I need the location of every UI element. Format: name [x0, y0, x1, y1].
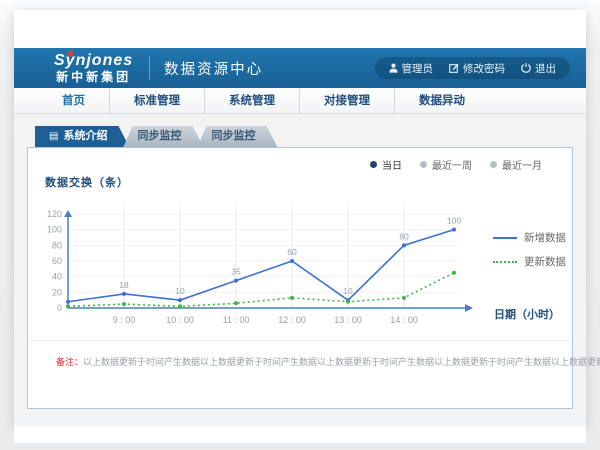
nav-item-standard-mgmt[interactable]: 标准管理: [110, 88, 205, 114]
main-nav: 首页 标准管理 系统管理 对接管理 数据异动: [14, 88, 586, 114]
footnote-prefix: 备注：: [56, 357, 83, 367]
chart-canvas: 0 20 40 60 80 100 120 9 : 00 10 : 00 11 : 00 12 : …: [38, 190, 490, 336]
user-menu-logout-label: 退出: [535, 61, 556, 76]
brand-logo[interactable]: Synjones 新中新集团: [54, 53, 133, 83]
chart-legend: 新增数据 更新数据: [493, 230, 566, 278]
chart-x-axis-title: 日期（小时）: [494, 306, 560, 322]
logo-text: Synjones: [54, 53, 133, 69]
user-menu: 管理员 修改密码 退出: [375, 57, 571, 79]
svg-text:10 : 00: 10 : 00: [166, 315, 194, 325]
range-filter-group: 当日 最近一周 最近一月: [370, 157, 542, 172]
tab-sync-monitor-2[interactable]: 同步监控: [197, 126, 277, 147]
nav-item-data-change[interactable]: 数据异动: [395, 88, 489, 114]
solid-line-icon: [493, 237, 517, 239]
svg-text:11 : 00: 11 : 00: [223, 315, 250, 325]
svg-text:10: 10: [343, 286, 353, 296]
note-divider: [28, 340, 572, 341]
svg-text:10: 10: [175, 286, 185, 296]
content-area: ▤系统介绍 同步监控 同步监控 当日 最近一周 最近一月 数据: [14, 114, 586, 426]
tab-system-intro-label: 系统介绍: [63, 130, 107, 142]
svg-text:18: 18: [119, 280, 129, 290]
svg-text:13 : 00: 13 : 00: [334, 315, 362, 325]
filter-today[interactable]: 当日: [370, 157, 402, 172]
svg-text:80: 80: [52, 240, 62, 250]
top-strip: [14, 10, 586, 48]
user-menu-change-password-label: 修改密码: [463, 61, 505, 76]
header-bar: Synjones 新中新集团 数据资源中心 管理员 修改密码: [14, 48, 586, 88]
svg-text:35: 35: [231, 267, 241, 277]
app-title: 数据资源中心: [164, 58, 263, 79]
filter-last-week-label: 最近一周: [432, 157, 472, 172]
user-menu-logout[interactable]: 退出: [521, 61, 556, 76]
svg-text:9 : 00: 9 : 00: [113, 315, 136, 325]
filter-last-month-label: 最近一月: [502, 157, 542, 172]
legend-item-update-data[interactable]: 更新数据: [493, 254, 566, 269]
radio-dot-selected-icon: [370, 161, 377, 168]
panel-icon: ▤: [49, 131, 58, 142]
svg-text:20: 20: [52, 287, 62, 297]
radio-dot-icon: [420, 161, 427, 168]
chart-y-axis-title: 数据交换（条）: [45, 174, 129, 190]
svg-text:60: 60: [287, 247, 297, 257]
window-bottom-strip: [14, 426, 586, 443]
dotted-line-icon: [493, 261, 517, 263]
footnote-body: 以上数据更新于时间产生数据以上数据更新于时间产生数据以上数据更新于时间产生数据以…: [83, 357, 600, 367]
filter-last-month[interactable]: 最近一月: [490, 157, 542, 172]
svg-text:100: 100: [47, 225, 62, 235]
nav-item-home[interactable]: 首页: [38, 88, 110, 114]
radio-dot-icon: [490, 161, 497, 168]
legend-new-data-label: 新增数据: [524, 230, 566, 245]
user-icon: [389, 63, 398, 73]
svg-text:12 : 00: 12 : 00: [278, 315, 306, 325]
tab-system-intro[interactable]: ▤ 系统介绍: [35, 126, 129, 147]
chart-panel: 当日 最近一周 最近一月 数据交换（条） 0 20 40 60 80 100 120 9 : …: [27, 147, 573, 409]
logo-subtext: 新中新集团: [56, 71, 131, 83]
logout-icon: [521, 63, 531, 73]
tab-sync-monitor-1[interactable]: 同步监控: [123, 126, 203, 147]
svg-text:100: 100: [447, 216, 461, 226]
legend-item-new-data[interactable]: 新增数据: [493, 230, 566, 245]
user-menu-admin[interactable]: 管理员: [389, 61, 434, 76]
filter-last-week[interactable]: 最近一周: [420, 157, 472, 172]
svg-text:14 : 00: 14 : 00: [390, 315, 418, 325]
svg-text:40: 40: [52, 272, 62, 282]
header-divider: [149, 56, 150, 80]
edit-icon: [449, 63, 459, 73]
tab-bar: ▤ 系统介绍 同步监控 同步监控: [27, 126, 573, 147]
footnote: 备注：以上数据更新于时间产生数据以上数据更新于时间产生数据以上数据更新于时间产生…: [56, 355, 600, 368]
nav-item-system-mgmt[interactable]: 系统管理: [205, 88, 300, 114]
svg-text:60: 60: [52, 256, 62, 266]
svg-text:0: 0: [57, 303, 62, 313]
legend-update-data-label: 更新数据: [524, 254, 566, 269]
svg-text:120: 120: [47, 209, 62, 219]
user-menu-admin-label: 管理员: [402, 61, 434, 76]
user-menu-change-password[interactable]: 修改密码: [449, 61, 505, 76]
app-window: Synjones 新中新集团 数据资源中心 管理员 修改密码: [14, 10, 586, 426]
svg-text:80: 80: [399, 231, 409, 241]
nav-item-interface-mgmt[interactable]: 对接管理: [300, 88, 395, 114]
filter-today-label: 当日: [382, 157, 402, 172]
